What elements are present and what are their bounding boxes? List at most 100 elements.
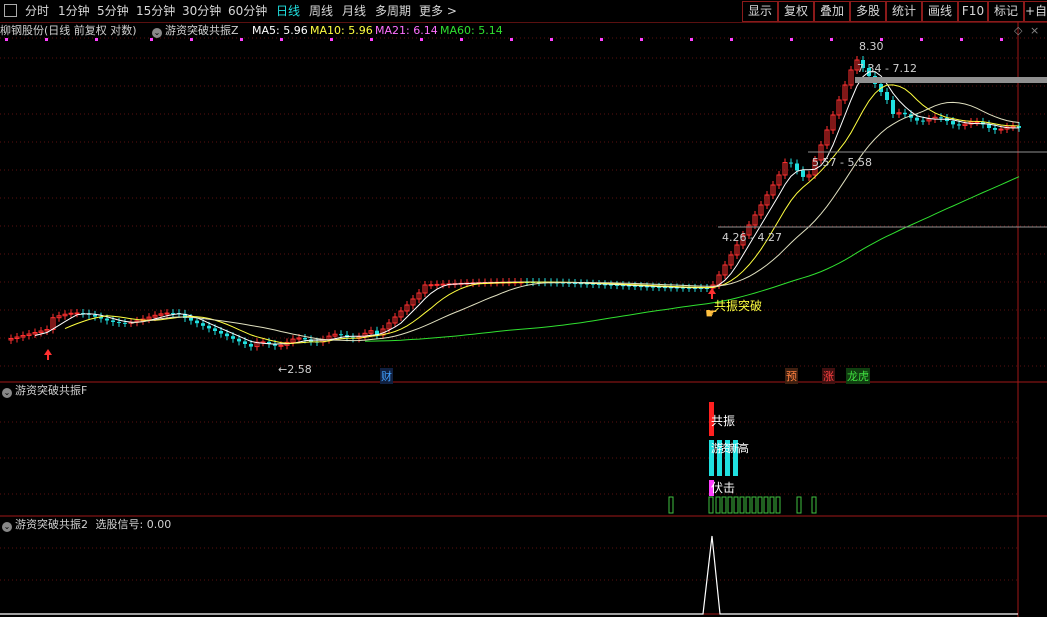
candle-body <box>93 314 97 317</box>
volume-mark <box>727 496 733 514</box>
candle-body <box>237 338 241 342</box>
candle-body <box>249 344 253 347</box>
candle-body <box>105 318 109 321</box>
ma5-line <box>34 71 1020 345</box>
candle-body <box>789 162 793 164</box>
signal-dot <box>420 38 423 41</box>
indicator-legend[interactable]: ⌄ 游资突破共振Z <box>152 24 239 38</box>
collapse-icon[interactable]: ⌄ <box>2 388 12 398</box>
volume-mark <box>715 496 721 514</box>
candle-body <box>795 163 799 171</box>
signal-value: 选股信号: 0.00 <box>95 518 172 531</box>
signal-dot <box>240 38 243 41</box>
panel-2-legend[interactable]: ⌄ 游资突破共振2 选股信号: 0.00 <box>2 518 171 532</box>
candle-body <box>434 283 440 286</box>
volume-mark <box>668 496 674 514</box>
volume-mark <box>763 496 769 514</box>
candle-body <box>195 320 199 324</box>
volume-mark <box>751 496 757 514</box>
volume-mark <box>721 496 727 514</box>
candle-body <box>987 124 991 128</box>
indicator-name: 游资突破共振Z <box>165 24 239 37</box>
signal-dot <box>960 38 963 41</box>
candle-body <box>903 112 907 115</box>
signal-dot <box>730 38 733 41</box>
candle-body <box>111 320 115 322</box>
volume-mark <box>745 496 751 514</box>
candle-body <box>998 128 1004 131</box>
ma10-line <box>64 84 1020 344</box>
price-high-label: 8.30 <box>859 40 884 53</box>
ma21-line <box>130 101 1020 342</box>
level-1-label: 7.34 - 7.12 <box>857 62 917 75</box>
signal-dot <box>640 38 643 41</box>
signal-dot <box>190 38 193 41</box>
signal-dot <box>920 38 923 41</box>
signal-dot <box>330 38 333 41</box>
signal-dot <box>510 38 513 41</box>
ma21-value: MA21: 6.14 <box>375 24 438 37</box>
volume-mark <box>733 496 739 514</box>
volume-mark <box>811 496 817 514</box>
buy-arrow-icon <box>44 349 52 360</box>
candle-body <box>339 334 343 336</box>
stock-title: 柳钢股份(日线 前复权 对数) <box>0 24 137 37</box>
badge-limit-up[interactable]: 涨 <box>822 368 835 384</box>
volume-mark <box>757 496 763 514</box>
candle-body <box>974 121 980 124</box>
signal-dot <box>1000 38 1003 41</box>
badge-financial[interactable]: 财 <box>380 368 393 384</box>
candle-body <box>123 322 127 324</box>
candle-body <box>74 312 80 315</box>
volume-mark <box>708 496 714 514</box>
pointer-hand-icon: ☛ <box>705 306 718 322</box>
price-low-value: 2.58 <box>287 363 312 376</box>
candle-body <box>885 92 889 100</box>
ambush-label: 伏击 <box>711 481 736 495</box>
candle-body <box>164 312 170 315</box>
ma10-value: MA10: 5.96 <box>310 24 373 37</box>
level-3-label: 4.26 - 4.27 <box>722 231 782 244</box>
price-low-label: ←2.58 <box>278 363 312 376</box>
candle-body <box>428 284 434 287</box>
panel-f-legend[interactable]: ⌄ 游资突破共振F <box>2 384 87 398</box>
collapse-icon[interactable]: ⌄ <box>152 28 162 38</box>
candle-body <box>993 127 997 130</box>
signal-dot <box>95 38 98 41</box>
signal-dot <box>690 38 693 41</box>
badge-forecast[interactable]: 预 <box>785 368 798 384</box>
volume-mark <box>775 496 781 514</box>
candle-body <box>68 312 74 315</box>
signal-dot <box>150 38 153 41</box>
close-icon[interactable]: × <box>1030 24 1039 38</box>
ma5-value: MA5: 5.96 <box>252 24 308 37</box>
panel-f-title: 游资突破共振F <box>15 384 88 397</box>
diamond-icon[interactable]: ◇ <box>1014 24 1022 38</box>
volume-mark <box>739 496 745 514</box>
candle-body <box>207 325 211 329</box>
signal-dot <box>790 38 793 41</box>
candle-body <box>243 341 247 344</box>
level-2-label: 5.57 - 5.58 <box>812 156 872 169</box>
signal-dot <box>5 38 8 41</box>
signal-dot <box>550 38 553 41</box>
panel-f-bars <box>668 402 817 514</box>
candle-body <box>219 331 223 334</box>
candle-body <box>213 328 217 331</box>
candle-body <box>303 337 307 340</box>
signal-dot <box>830 38 833 41</box>
candle-body <box>957 124 961 126</box>
new-high-label: 游资新高 <box>711 442 749 455</box>
badge-dragon-tiger[interactable]: 龙虎 <box>846 368 870 384</box>
level-1-band <box>855 77 1047 83</box>
signal-dot <box>280 38 283 41</box>
candle-body <box>939 117 943 119</box>
candle-body <box>951 121 955 125</box>
gongzhen-label: 共振 <box>711 414 736 428</box>
candle-body <box>915 117 919 121</box>
candle-body <box>921 120 925 122</box>
candle-body <box>225 333 229 337</box>
collapse-icon[interactable]: ⌄ <box>2 522 12 532</box>
candle-body <box>189 318 193 321</box>
ma60-line <box>364 176 1020 342</box>
